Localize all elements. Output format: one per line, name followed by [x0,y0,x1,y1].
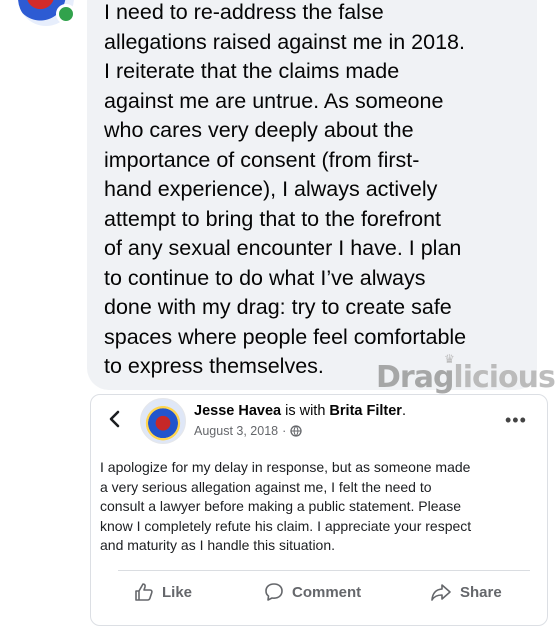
post-with-text: is with [281,403,330,419]
post-body-text: I apologize for my delay in response, bu… [100,459,472,553]
like-button[interactable]: Like [134,582,192,602]
post-actions-divider [118,570,530,571]
post-tagged-name[interactable]: Brita Filter [329,403,402,419]
post-header: Jesse Havea is with Brita Filter. [194,403,406,419]
thumbs-up-icon [135,583,153,601]
share-icon [431,584,451,601]
watermark-logo: Draglicious [376,360,556,395]
more-icon[interactable]: ••• [505,410,527,431]
like-label: Like [162,583,193,601]
post-author-avatar[interactable] [140,398,186,444]
watermark-text-part2: licious [453,360,555,395]
share-button[interactable]: Share [430,582,502,602]
online-status-indicator [56,4,76,24]
crown-icon: ♛ [444,352,455,366]
comment-icon [265,583,283,601]
watermark-text-part1: Drag [376,360,454,395]
globe-icon [290,425,302,437]
message-text: I need to re-address the false allegatio… [104,0,467,378]
post-meta: August 3, 2018 · [194,424,302,438]
back-arrow-icon[interactable] [104,408,126,430]
share-label: Share [460,583,502,601]
comment-button[interactable]: Comment [264,582,361,602]
post-date[interactable]: August 3, 2018 [194,424,278,438]
post-author-name[interactable]: Jesse Havea [194,403,281,419]
post-meta-separator: · [282,424,287,438]
post-header-period: . [401,403,406,419]
comment-label: Comment [292,583,362,601]
